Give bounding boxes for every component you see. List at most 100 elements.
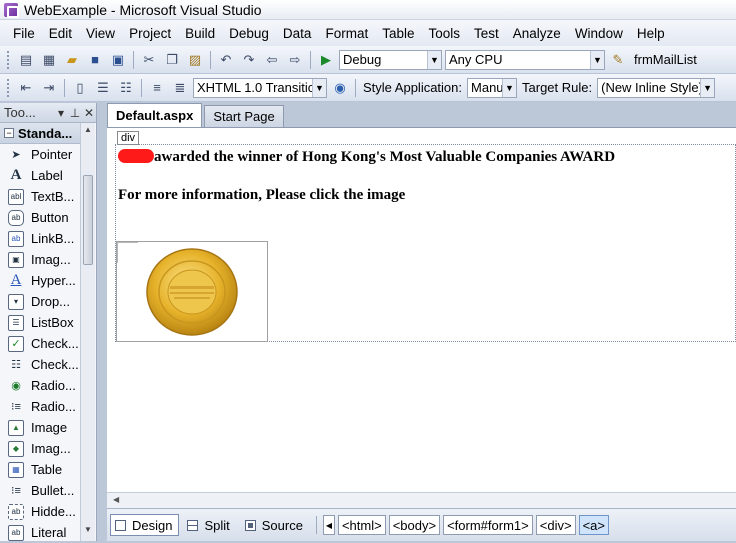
toolbox-item-imagemap[interactable]: ◆ Imag... [0, 438, 80, 459]
toolbox-item-pointer[interactable]: ➤ Pointer [0, 144, 80, 165]
pin-icon[interactable]: ⊥ [68, 106, 82, 120]
toolbox-item-label: Button [31, 210, 69, 225]
toolbox-item-dropdownlist[interactable]: ▾ Drop... [0, 291, 80, 312]
cut-icon[interactable]: ✂ [139, 50, 159, 70]
solution-configuration-select[interactable]: Debug ▼ [339, 49, 442, 70]
menu-debug[interactable]: Debug [222, 26, 276, 41]
save-all-icon[interactable]: ▣ [108, 50, 128, 70]
format-document-icon[interactable]: ▯ [70, 78, 90, 98]
menu-format[interactable]: Format [318, 26, 375, 41]
comment-icon[interactable]: ≡ [147, 78, 167, 98]
toolbox-item-linkbutton[interactable]: ab LinkB... [0, 228, 80, 249]
decrease-indent-icon[interactable]: ☰ [93, 78, 113, 98]
toolbox-item-table[interactable]: ▦ Table [0, 459, 80, 480]
start-debugging-icon[interactable]: ▶ [316, 50, 336, 70]
toolbox-item-label: Imag... [31, 252, 71, 267]
indent-icon[interactable]: ⇤ [16, 78, 36, 98]
split-view-button[interactable]: Split [182, 514, 236, 536]
chevron-down-icon: ▼ [502, 78, 517, 97]
toolbox-item-hyperlink[interactable]: A Hyper... [0, 270, 80, 291]
scroll-down-icon[interactable]: ▼ [81, 525, 95, 539]
breadcrumb-html[interactable]: <html> [337, 515, 386, 535]
menu-build[interactable]: Build [178, 26, 222, 41]
menu-view[interactable]: View [79, 26, 122, 41]
style-application-select[interactable]: Manu ▼ [467, 77, 518, 98]
design-surface[interactable]: div awarded the winner of Hong Kong's Mo… [107, 127, 736, 492]
chevron-down-icon: ▼ [590, 50, 604, 69]
menu-table[interactable]: Table [375, 26, 421, 41]
toolbox-scrollbar[interactable]: ▲ ▼ [80, 123, 95, 541]
toolbox-item-button[interactable]: ab Button [0, 207, 80, 228]
source-view-button[interactable]: Source [240, 514, 310, 536]
toolbox-item-radiobuttonlist[interactable]: ⁝≡ Radio... [0, 396, 80, 417]
toolbox-item-label[interactable]: A Label [0, 165, 80, 186]
paste-icon[interactable]: ▨ [185, 50, 205, 70]
breadcrumb-a[interactable]: <a> [578, 515, 609, 535]
award-image-link[interactable] [116, 241, 268, 342]
toolbox-title: Too... [4, 105, 36, 120]
navigate-forward-icon[interactable]: ⇨ [285, 50, 305, 70]
find-target-input[interactable]: frmMailList [631, 50, 707, 70]
chevron-down-icon[interactable]: ▾ [54, 106, 68, 120]
toolbox-item-literal[interactable]: ab Literal [0, 522, 80, 543]
solution-platform-select[interactable]: Any CPU ▼ [445, 49, 605, 70]
scroll-up-icon[interactable]: ▲ [81, 125, 95, 139]
save-icon[interactable]: ■ [85, 50, 105, 70]
toolbox-item-listbox[interactable]: ☰ ListBox [0, 312, 80, 333]
textbox-icon: abl [8, 188, 24, 205]
toolbox-item-image[interactable]: ▲ Image [0, 417, 80, 438]
check-accessibility-icon[interactable]: ◉ [330, 78, 350, 98]
redo-icon[interactable]: ↷ [239, 50, 259, 70]
visual-studio-icon [4, 2, 19, 18]
undo-icon[interactable]: ↶ [216, 50, 236, 70]
toolbox-item-checkbox[interactable]: ✓ Check... [0, 333, 80, 354]
design-horizontal-scrollbar[interactable]: ◀ [107, 492, 736, 508]
toolbox-item-hiddenfield[interactable]: ab Hidde... [0, 501, 80, 522]
toolbar-grip[interactable] [7, 78, 10, 97]
toolbox-item-imagebutton[interactable]: ▣ Imag... [0, 249, 80, 270]
toolbox-item-bulletedlist[interactable]: ⁝≡ Bullet... [0, 480, 80, 501]
button-icon: ab [8, 209, 24, 226]
breadcrumb-left-icon[interactable]: ◀ [322, 515, 335, 535]
menu-window[interactable]: Window [568, 26, 630, 41]
find-in-files-icon[interactable]: ✎ [608, 50, 628, 70]
menu-project[interactable]: Project [122, 26, 178, 41]
award-heading[interactable]: awarded the winner of Hong Kong's Most V… [118, 149, 615, 166]
uncomment-icon[interactable]: ≣ [170, 78, 190, 98]
menu-analyze[interactable]: Analyze [506, 26, 568, 41]
breadcrumb-form[interactable]: <form#form1> [443, 515, 533, 535]
navigate-backward-icon[interactable]: ⇦ [262, 50, 282, 70]
doctype-select[interactable]: XHTML 1.0 Transitic ▼ [193, 77, 327, 98]
tab-default-aspx[interactable]: Default.aspx [107, 103, 203, 127]
target-rule-select[interactable]: (New Inline Style) ▼ [597, 77, 716, 98]
linkbutton-icon: ab [8, 230, 24, 247]
toolbox-category-standard[interactable]: − Standa... [0, 123, 80, 144]
toolbox-item-checkboxlist[interactable]: ☷ Check... [0, 354, 80, 375]
tab-start-page[interactable]: Start Page [204, 105, 284, 127]
toolbox-item-radiobutton[interactable]: ◉ Radio... [0, 375, 80, 396]
outdent-icon[interactable]: ⇥ [39, 78, 59, 98]
menu-help[interactable]: Help [630, 26, 672, 41]
scrollbar-thumb[interactable] [83, 175, 93, 265]
scroll-left-icon[interactable]: ◀ [113, 495, 119, 504]
menu-tools[interactable]: Tools [422, 26, 468, 41]
toolbox-item-textbox[interactable]: abl TextB... [0, 186, 80, 207]
toolbar-grip[interactable] [7, 50, 10, 69]
design-view-button[interactable]: Design [110, 514, 180, 536]
add-item-icon[interactable]: ▦ [39, 50, 59, 70]
open-file-icon[interactable]: ▰ [62, 50, 82, 70]
info-text[interactable]: For more information, Please click the i… [118, 187, 405, 204]
div-container[interactable]: awarded the winner of Hong Kong's Most V… [115, 144, 736, 342]
toolbox-item-label: Hyper... [31, 273, 76, 288]
copy-icon[interactable]: ❐ [162, 50, 182, 70]
breadcrumb-div[interactable]: <div> [535, 515, 576, 535]
close-icon[interactable]: ✕ [82, 106, 96, 120]
increase-indent-icon[interactable]: ☷ [116, 78, 136, 98]
breadcrumb-body[interactable]: <body> [388, 515, 441, 535]
div-tag-label[interactable]: div [117, 131, 140, 145]
menu-file[interactable]: File [6, 26, 42, 41]
menu-edit[interactable]: Edit [42, 26, 79, 41]
menu-data[interactable]: Data [276, 26, 319, 41]
menu-test[interactable]: Test [467, 26, 506, 41]
new-project-icon[interactable]: ▤ [16, 50, 36, 70]
